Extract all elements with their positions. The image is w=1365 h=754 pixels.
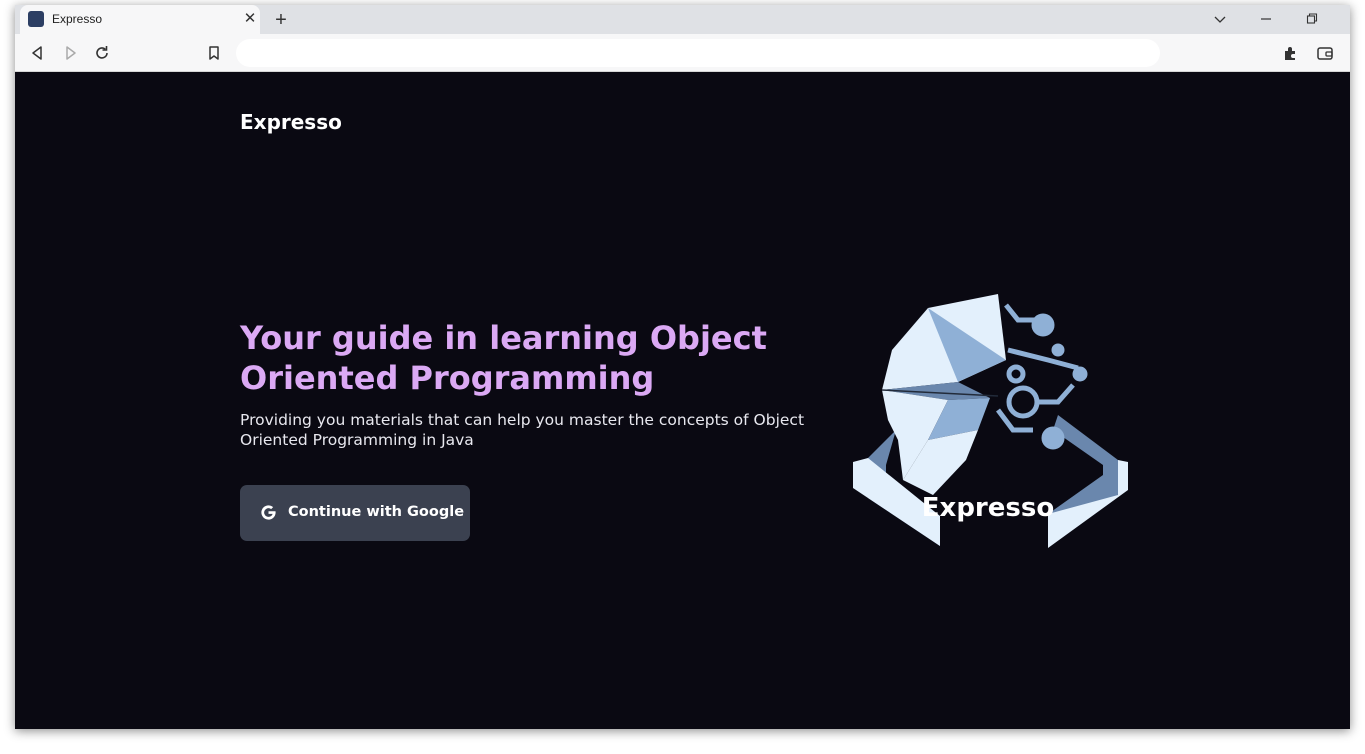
google-button-label: Continue with Google [288,504,465,520]
new-tab-button[interactable]: + [270,9,292,31]
back-icon[interactable] [28,43,48,63]
continue-with-google-button[interactable]: Continue with Google [240,485,470,541]
logo-wordmark: Expresso [922,493,1054,523]
browser-toolbar [15,34,1350,72]
browser-tab[interactable]: Expresso ✕ [20,5,260,34]
chevron-down-icon[interactable] [1209,9,1231,29]
bookmark-icon[interactable] [204,43,224,63]
extensions-icon[interactable] [1281,43,1301,63]
wallet-icon[interactable] [1315,43,1335,63]
reload-icon[interactable] [92,43,112,63]
expresso-logo: Expresso [853,294,1128,548]
favicon-icon [28,11,44,27]
hero-title: Your guide in learning Object Oriented P… [240,319,767,397]
forward-icon[interactable] [60,43,80,63]
browser-window: Expresso ✕ + Expresso Your guide in lear… [15,5,1350,729]
minimize-icon[interactable] [1255,9,1277,29]
address-bar[interactable] [236,39,1160,67]
hero-subtitle: Providing you materials that can help yo… [240,411,805,449]
tab-strip: Expresso ✕ + [15,5,1350,34]
restore-icon[interactable] [1301,9,1323,29]
tab-title: Expresso [52,12,103,26]
page-content: Expresso Your guide in learning Object O… [15,72,1350,729]
google-icon [261,505,276,520]
brand-logo-text[interactable]: Expresso [240,110,342,134]
tab-close-icon[interactable]: ✕ [242,11,258,27]
